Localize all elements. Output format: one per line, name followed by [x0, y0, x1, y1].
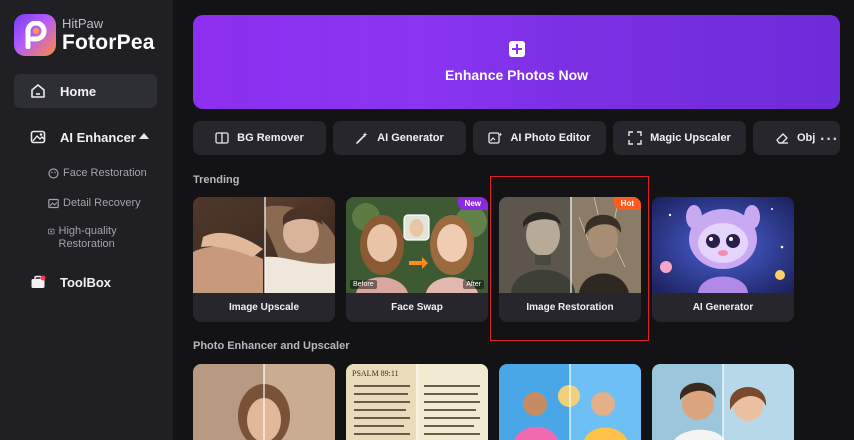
- after-tag: After: [463, 280, 484, 289]
- sidebar-item-home[interactable]: Home: [14, 74, 157, 108]
- sidebar-subitem-label: High-quality Restoration: [58, 225, 117, 250]
- book-heading: PSALM 89:11: [352, 369, 399, 378]
- brand-name: FotorPea: [62, 31, 155, 54]
- ai-generator-button[interactable]: AI Generator: [333, 121, 466, 155]
- bg-remover-icon: [215, 132, 229, 144]
- card-label: Image Upscale: [228, 302, 300, 313]
- before-tag: Before: [350, 280, 377, 289]
- ai-photo-editor-button[interactable]: AI Photo Editor: [473, 121, 606, 155]
- bg-remover-button[interactable]: BG Remover: [193, 121, 326, 155]
- section-title-trending: Trending: [193, 174, 240, 186]
- photo-card-group[interactable]: [499, 364, 641, 440]
- section-title-photo-enhancer: Photo Enhancer and Upscaler: [193, 340, 350, 352]
- photo-card-couple[interactable]: [652, 364, 794, 440]
- photo-card-portrait[interactable]: [193, 364, 335, 440]
- plus-icon: [508, 41, 525, 57]
- card-image-upscale[interactable]: Image Upscale: [193, 197, 335, 322]
- face-icon: [48, 168, 59, 179]
- upscale-icon: [628, 131, 642, 145]
- new-badge: New: [457, 197, 488, 210]
- brand-small: HitPaw: [62, 16, 104, 31]
- brand: HitPaw FotorPea: [62, 16, 155, 55]
- card-label: AI Generator: [692, 302, 754, 313]
- collapse-caret-icon[interactable]: [139, 133, 149, 139]
- card-label: Face Swap: [391, 302, 443, 313]
- enhance-photos-label: Enhance Photos Now: [444, 67, 589, 83]
- sidebar-item-toolbox[interactable]: ToolBox: [14, 265, 157, 299]
- more-options-icon[interactable]: ···: [820, 131, 839, 149]
- app-logo-icon: [14, 14, 56, 56]
- selection-highlight: [490, 176, 649, 341]
- sidebar-item-label: ToolBox: [60, 274, 112, 290]
- home-icon: [30, 83, 46, 99]
- app-window: HitPaw FotorPea Home AI Enhancer Face Re…: [0, 0, 854, 440]
- sidebar-subitem-detail-recovery[interactable]: Detail Recovery: [48, 197, 141, 209]
- toolbox-icon: [30, 274, 46, 290]
- sidebar-subitem-label: Detail Recovery: [63, 197, 141, 209]
- magic-upscaler-button[interactable]: Magic Upscaler: [613, 121, 746, 155]
- card-thumbnail: Before After New: [346, 197, 488, 293]
- card-ai-generator[interactable]: AI Generator: [652, 197, 794, 322]
- card-thumbnail: [193, 197, 335, 293]
- sidebar-subitem-high-quality-restoration[interactable]: High-quality Restoration: [48, 225, 128, 251]
- card-thumbnail: [652, 197, 794, 293]
- card-face-swap[interactable]: Before After New Face Swap: [346, 197, 488, 322]
- tool-label: AI Photo Editor: [510, 132, 591, 144]
- image-icon: [48, 198, 59, 209]
- tool-label: Magic Upscaler: [650, 132, 731, 144]
- photo-edit-icon: [488, 132, 503, 144]
- eraser-icon: [776, 133, 788, 144]
- tool-label: Obj: [797, 132, 816, 144]
- image-enhance-icon: [30, 129, 46, 145]
- sidebar-item-ai-enhancer[interactable]: AI Enhancer: [14, 120, 157, 154]
- enhance-photos-button[interactable]: Enhance Photos Now: [193, 15, 840, 109]
- restore-icon: [48, 228, 55, 235]
- main-content: Enhance Photos Now BG Remover AI Generat…: [173, 0, 854, 440]
- sidebar-subitem-label: Face Restoration: [63, 167, 147, 179]
- sidebar-item-label: Home: [60, 83, 97, 99]
- tool-label: AI Generator: [377, 132, 444, 144]
- sidebar-subitem-face-restoration[interactable]: Face Restoration: [48, 167, 147, 179]
- photo-card-text-page[interactable]: PSALM 89:11: [346, 364, 488, 440]
- magic-wand-icon: [356, 132, 368, 144]
- sidebar: HitPaw FotorPea Home AI Enhancer Face Re…: [0, 0, 173, 440]
- tool-label: BG Remover: [237, 132, 304, 144]
- sidebar-item-label: AI Enhancer: [60, 129, 136, 145]
